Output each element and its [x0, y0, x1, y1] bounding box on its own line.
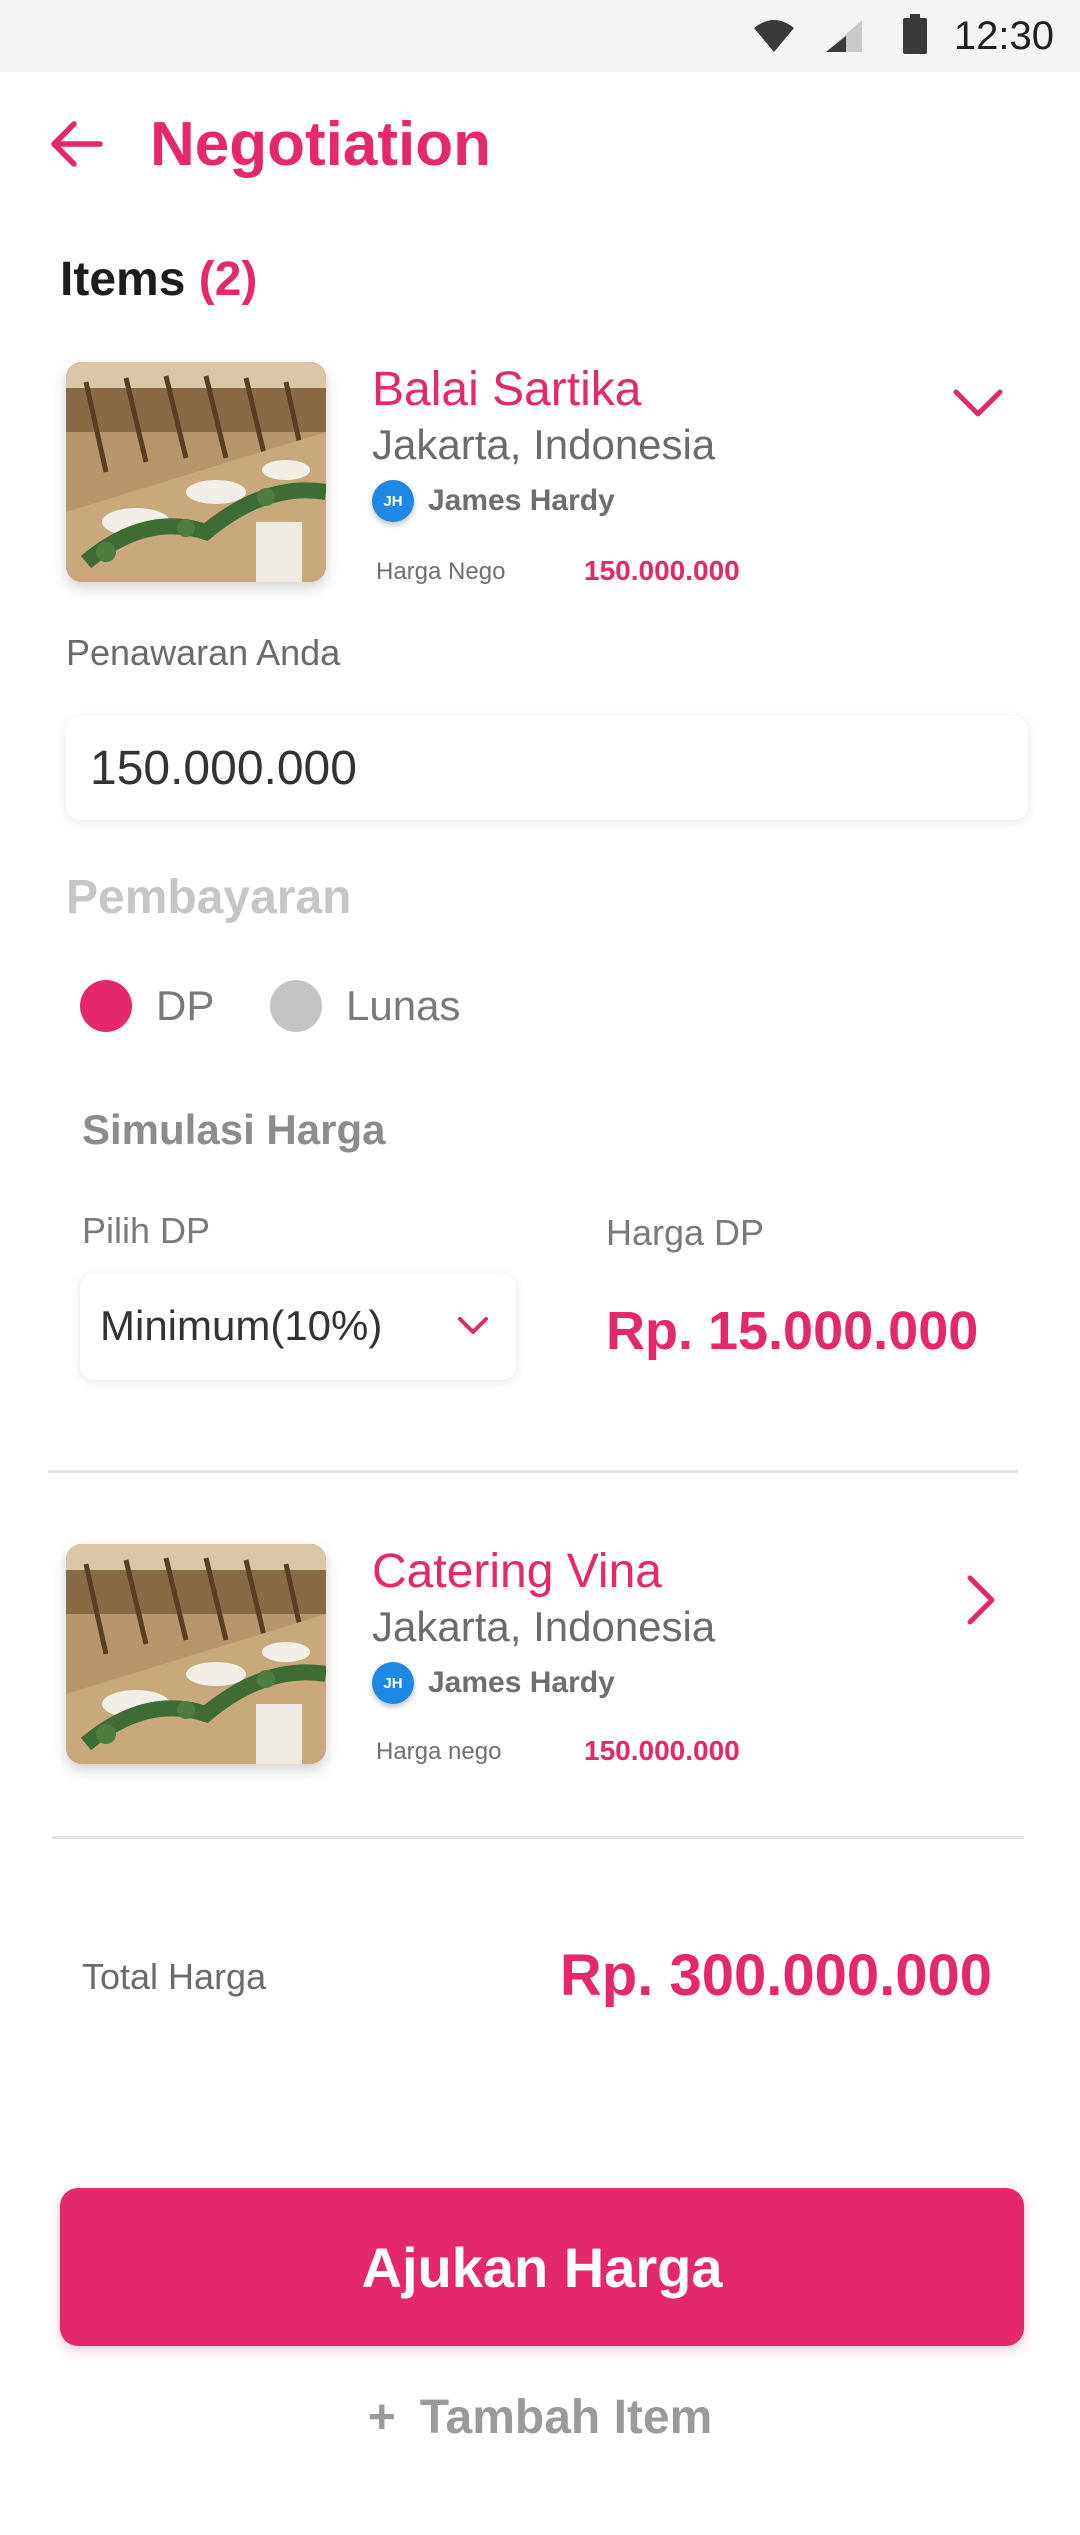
- items-count: (2): [198, 253, 258, 306]
- dp-price-label: Harga DP: [606, 1212, 765, 1253]
- catering-photo: [66, 1544, 326, 1764]
- nego-value: 150.000.000: [584, 1735, 740, 1766]
- item-thumbnail: [66, 1544, 326, 1764]
- avatar: JH: [372, 1662, 414, 1704]
- chevron-right-icon[interactable]: [962, 1574, 998, 1626]
- nego-value: 150.000.000: [584, 555, 740, 586]
- total-value: Rp. 300.000.000: [559, 1943, 992, 2008]
- dp-price-value: Rp. 15.000.000: [606, 1301, 979, 1361]
- status-bar: 12:30: [0, 0, 1080, 72]
- item-thumbnail: [66, 362, 326, 582]
- nego-label: Harga nego: [376, 1738, 502, 1765]
- chevron-down-icon: [458, 1317, 488, 1334]
- item-location: Jakarta, Indonesia: [372, 421, 716, 468]
- item-name[interactable]: Catering Vina: [372, 1544, 662, 1600]
- item-name[interactable]: Balai Sartika: [372, 362, 641, 418]
- items-heading-label: Items: [60, 253, 186, 306]
- offer-label: Penawaran Anda: [66, 632, 341, 673]
- offer-input[interactable]: [66, 716, 1028, 820]
- divider: [48, 1470, 1018, 1473]
- add-item-label: Tambah Item: [419, 2391, 713, 2444]
- radio-dp-label[interactable]: DP: [156, 982, 214, 1030]
- nego-label: Harga Nego: [376, 558, 506, 585]
- vendor-name: James Hardy: [428, 1666, 615, 1699]
- total-label: Total Harga: [82, 1956, 267, 1997]
- pick-dp-label: Pilih DP: [82, 1210, 211, 1251]
- dp-select-value: Minimum(10%): [100, 1302, 383, 1349]
- vendor-name: James Hardy: [428, 484, 615, 517]
- radio-lunas-label[interactable]: Lunas: [346, 982, 460, 1030]
- plus-icon: +: [367, 2391, 396, 2444]
- item-location: Jakarta, Indonesia: [372, 1603, 716, 1650]
- radio-dp[interactable]: [80, 980, 132, 1032]
- battery-icon: [903, 14, 927, 54]
- back-arrow-icon[interactable]: [46, 112, 110, 176]
- radio-lunas[interactable]: [270, 980, 322, 1032]
- divider: [52, 1836, 1024, 1839]
- chevron-down-icon[interactable]: [952, 386, 1004, 422]
- simulation-heading: Simulasi Harga: [82, 1106, 386, 1153]
- status-time: 12:30: [953, 14, 1054, 58]
- submit-price-button[interactable]: Ajukan Harga: [60, 2188, 1024, 2346]
- venue-photo: [66, 362, 326, 582]
- add-item-button[interactable]: + Tambah Item: [0, 2390, 1080, 2445]
- dp-select[interactable]: Minimum(10%): [80, 1274, 516, 1380]
- items-heading: Items (2): [60, 252, 257, 307]
- page-title: Negotiation: [150, 110, 491, 179]
- avatar: JH: [372, 480, 414, 522]
- wifi-icon: [754, 20, 794, 52]
- signal-icon: [826, 20, 862, 52]
- payment-heading: Pembayaran: [66, 871, 352, 924]
